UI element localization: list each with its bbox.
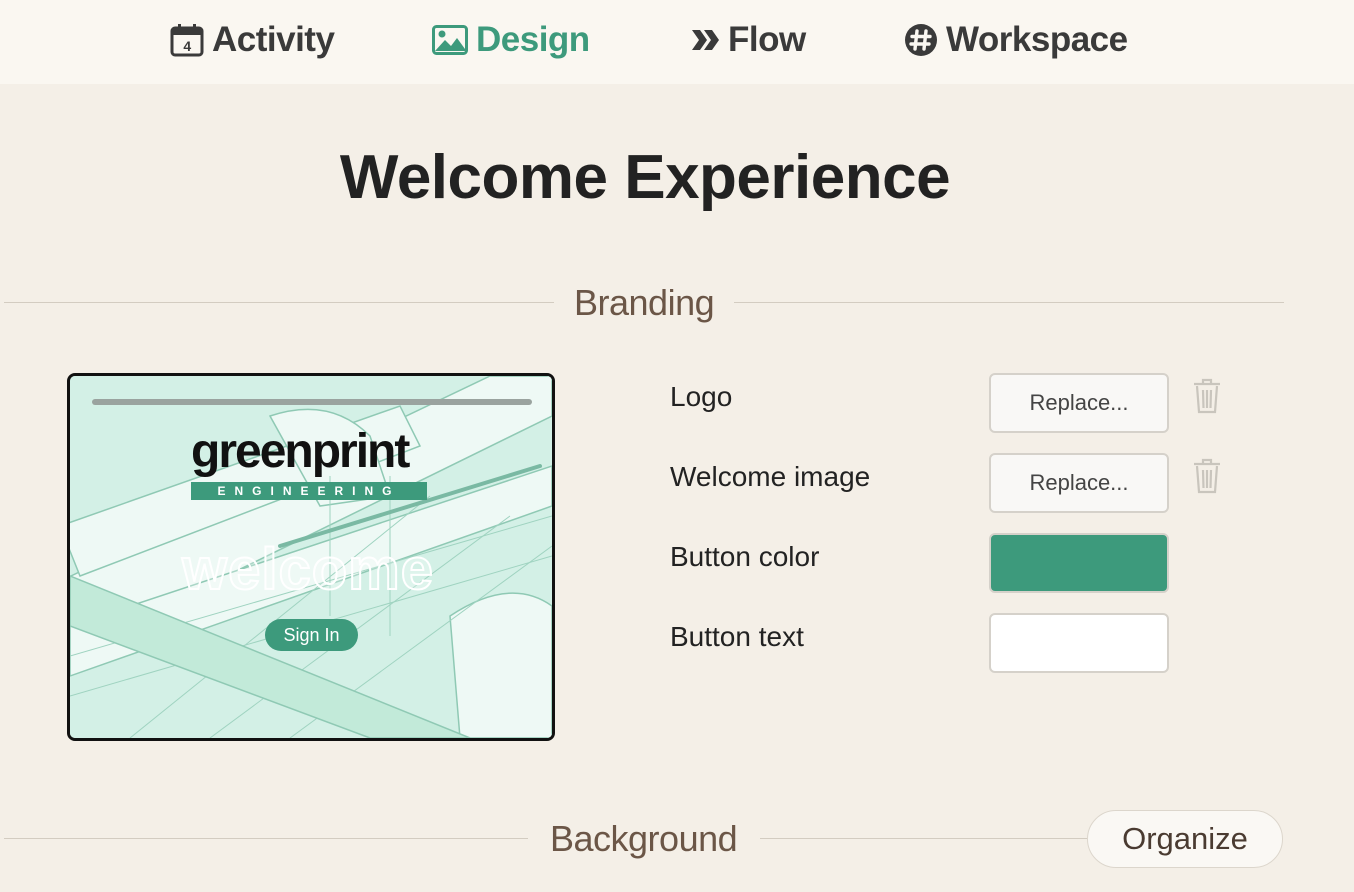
welcome-image-label: Welcome image bbox=[670, 461, 871, 492]
nav-item-flow[interactable]: Flow bbox=[690, 18, 806, 62]
welcome-preview: greenprint ENGINEERING welcome Sign In bbox=[67, 373, 555, 741]
top-nav: 4 Activity Design Flow Workspace bbox=[0, 0, 1354, 84]
button-text-label: Button text bbox=[670, 621, 804, 652]
preview-welcome-text: welcome bbox=[181, 536, 434, 603]
replace-logo-button[interactable]: Replace... bbox=[989, 373, 1169, 433]
page-title: Welcome Experience bbox=[339, 143, 951, 212]
slack-icon bbox=[904, 23, 938, 57]
replace-welcome-image-button[interactable]: Replace... bbox=[989, 453, 1169, 513]
organize-button[interactable]: Organize bbox=[1087, 810, 1283, 868]
background-heading-label: Background bbox=[550, 818, 738, 859]
nav-item-label: Flow bbox=[728, 20, 806, 59]
nav-item-activity[interactable]: 4 Activity bbox=[170, 18, 335, 62]
divider bbox=[734, 302, 1284, 303]
nav-item-design[interactable]: Design bbox=[432, 18, 590, 62]
double-chevron-icon bbox=[690, 27, 720, 53]
button-text-color-swatch[interactable] bbox=[989, 613, 1169, 673]
branding-heading-label: Branding bbox=[574, 282, 715, 323]
nav-item-label: Workspace bbox=[946, 20, 1128, 59]
nav-item-workspace[interactable]: Workspace bbox=[904, 18, 1128, 62]
preview-logo-subtitle: ENGINEERING bbox=[191, 482, 427, 500]
preview-sign-in-button: Sign In bbox=[265, 619, 358, 651]
divider bbox=[760, 838, 1090, 839]
trash-icon[interactable] bbox=[1191, 457, 1223, 495]
image-icon bbox=[432, 25, 468, 55]
branding-section-heading: Branding bbox=[4, 282, 1284, 323]
divider bbox=[4, 838, 528, 839]
logo-label: Logo bbox=[670, 381, 733, 412]
svg-text:4: 4 bbox=[183, 38, 191, 54]
preview-logo-wordmark: greenprint bbox=[191, 425, 410, 478]
progress-bar bbox=[92, 399, 532, 405]
divider bbox=[4, 302, 554, 303]
nav-item-label: Activity bbox=[212, 20, 335, 59]
nav-item-label: Design bbox=[476, 20, 590, 59]
button-color-label: Button color bbox=[670, 541, 820, 572]
button-color-swatch[interactable] bbox=[989, 533, 1169, 593]
trash-icon[interactable] bbox=[1191, 377, 1223, 415]
calendar-icon: 4 bbox=[170, 23, 204, 57]
